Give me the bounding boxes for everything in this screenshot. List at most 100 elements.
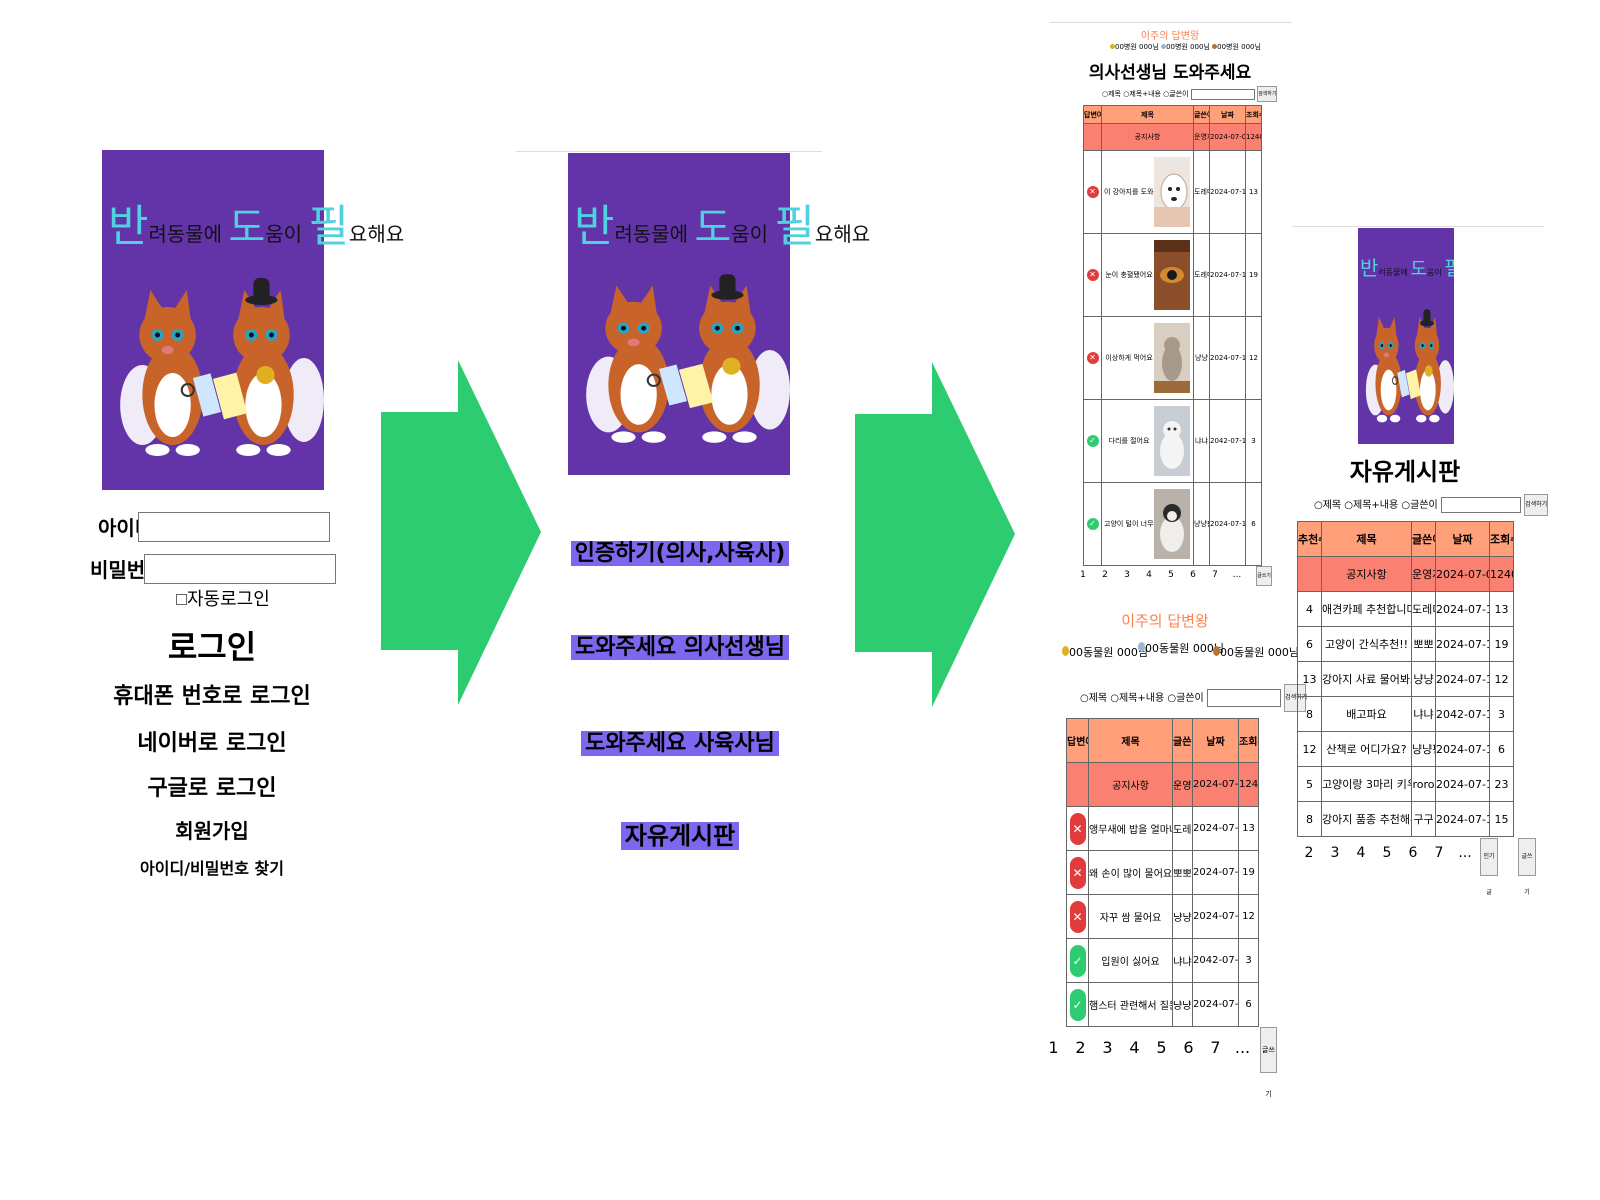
naver-login-link[interactable]: 네이버로 로그인 [82,725,342,757]
post-title[interactable]: 눈이 충혈됐어요 [1104,270,1154,280]
login-button[interactable]: 로그인 [82,622,342,668]
table-row[interactable]: ✕ 앵무새에 밥을 얼마나 도레미 2024-07-16 13 [1066,806,1259,851]
doctor-search-row: ○제목 ○제목+내용 ○글쓴이 검색하기 [1102,86,1278,102]
popular-button[interactable]: 인기글 [1480,838,1498,896]
page-link[interactable]: 5 [1374,845,1400,861]
page-link[interactable]: 3 [1094,1038,1121,1057]
table-row[interactable]: ✕ 왜 손이 많이 물어요 뽀뽀 2024-07-15 19 [1066,850,1259,895]
notice-row[interactable]: 공지사항 운영자 2024-07-01 1240 [1066,762,1259,807]
table-row[interactable]: ✓ 입원이 싫어요 냐냐 2042-07-14 3 [1066,938,1259,983]
table-row[interactable]: 13 강아지 사료 물어봐요~ 냥냥 2024-07-14 12 [1297,661,1514,697]
post-title[interactable]: 강아지 사료 물어봐요~ [1321,661,1412,697]
table-row[interactable]: ✓ 햄스터 관련해서 질문합니다 냥냥펀치 2024-07-13 6 [1066,982,1259,1027]
post-title[interactable]: 애견카페 추천합니다~ [1321,591,1412,627]
notice-title[interactable]: 공지사항 [1321,556,1412,592]
search-input[interactable] [1190,88,1255,100]
page-link[interactable]: 5 [1148,1038,1175,1057]
page-link[interactable]: 7 [1202,1038,1229,1057]
table-row[interactable]: 4 애견카페 추천합니다~ 도레미파 2024-07-16 13 [1297,591,1514,627]
page-link[interactable]: 2 [1067,1038,1094,1057]
menu-free-board[interactable]: 자유게시판 [620,822,740,850]
notice-title[interactable]: 공지사항 [1088,762,1173,807]
write-button[interactable]: 글쓰기 [1260,1027,1277,1098]
search-input[interactable] [1206,689,1281,707]
id-input[interactable] [138,512,330,542]
page-link[interactable]: 7 [1426,845,1452,861]
search-button[interactable]: 검색하기 [1257,86,1278,102]
keeper-rank-title: 이주의 답변왕 [1121,612,1209,630]
post-date: 2024-07-14 [1209,316,1246,400]
page-link[interactable]: 6 [1400,845,1426,861]
phone-login-link[interactable]: 휴대폰 번호로 로그인 [82,678,342,710]
notice-title[interactable]: 공지사항 [1101,123,1194,151]
password-input[interactable] [144,554,336,584]
notice-row[interactable]: 공지사항 운영자 2024-07-01 1240 [1083,123,1262,151]
page-link[interactable]: 1 [1072,570,1094,580]
col-header: 글쓴이 [1411,521,1436,557]
post-recommend: 5 [1297,766,1322,802]
page-link[interactable]: 3 [1322,845,1348,861]
post-title[interactable]: 고양이 간식추천!! [1321,626,1412,662]
search-options[interactable]: ○제목 ○제목+내용 ○글쓴이 [1080,693,1204,704]
post-title[interactable]: 고양이랑 3마리 키우는 분? [1321,766,1412,802]
find-account-link[interactable]: 아이디/비밀번호 찾기 [82,855,342,879]
white-cat-photo-thumbnail [1154,406,1190,476]
page-link[interactable]: 7 [1204,570,1226,580]
notice-row[interactable]: 공지사항 운영자 2024-07-01 1240 [1297,556,1514,592]
post-title[interactable]: 산책로 어디가요? [1321,731,1412,767]
search-options[interactable]: ○제목 ○제목+내용 ○글쓴이 [1314,500,1438,511]
keeper-medal-2: 00동물원 000님 [1138,640,1224,656]
post-title[interactable]: 이 강아지를 도와주세요 [1104,187,1154,197]
write-button[interactable]: 글쓰기 [1256,566,1272,586]
post-title[interactable]: 앵무새에 밥을 얼마나 [1088,806,1173,851]
post-title[interactable]: 강아지 품종 추천해주세요!! [1321,801,1412,837]
menu-certify[interactable]: 인증하기(의사,사육사) [570,541,790,566]
post-title[interactable]: 다리를 절어요 [1104,436,1154,446]
page-link[interactable]: 2 [1094,570,1116,580]
table-row[interactable]: 12 산책로 어디가요? 냥냥펀치 2024-07-13 6 [1297,731,1514,767]
table-row[interactable]: ✕ 자꾸 쌈 물어요 냥냥 2024-07-14 12 [1066,894,1259,939]
google-login-link[interactable]: 구글로 로그인 [82,770,342,802]
page-link[interactable]: 4 [1348,845,1374,861]
page-link[interactable]: ... [1229,1038,1256,1057]
post-title[interactable]: 햄스터 관련해서 질문합니다 [1088,982,1173,1027]
table-row[interactable]: ✕ 이상하게 먹어요 냥냥 2024-07-14 12 [1083,316,1262,400]
page-link[interactable]: 5 [1160,570,1182,580]
table-row[interactable]: ✓ 다리를 절어요 냐냐 2042-07-14 3 [1083,399,1262,483]
page-link[interactable]: 6 [1175,1038,1202,1057]
post-title[interactable]: 자꾸 쌈 물어요 [1088,894,1173,939]
post-title[interactable]: 왜 손이 많이 물어요 [1088,850,1173,895]
table-row[interactable]: ✕ 눈이 충혈됐어요 도레미파 2024-07-15 19 [1083,233,1262,317]
search-input[interactable] [1440,497,1521,513]
post-title[interactable]: 고양이 털이 너무 빠져요? [1104,519,1154,529]
post-title[interactable]: 입원이 싫어요 [1088,938,1173,983]
table-row[interactable]: 8 강아지 품종 추천해주세요!! 구구 2024-07-12 15 [1297,801,1514,837]
table-row[interactable]: 6 고양이 간식추천!! 뽀뽀 2024-07-15 19 [1297,626,1514,662]
divider [516,151,822,152]
table-row[interactable]: 8 배고파요 냐냐 2042-07-14 3 [1297,696,1514,732]
page-link[interactable]: 1 [1040,1038,1067,1057]
menu-doctor-board[interactable]: 도와주세요 의사선생님 [570,635,790,660]
signup-link[interactable]: 회원가입 [82,815,342,844]
table-row[interactable]: ✓ 고양이 털이 너무 빠져요? 냥냥펀치 2024-07-13 6 [1083,482,1262,566]
page-link[interactable]: 4 [1138,570,1160,580]
page-link[interactable]: 3 [1116,570,1138,580]
post-date: 2042-07-14 [1209,399,1246,483]
page-link[interactable]: 6 [1182,570,1204,580]
page-link[interactable]: 2 [1296,845,1322,861]
write-button[interactable]: 글쓰기 [1518,838,1536,896]
table-row[interactable]: 5 고양이랑 3마리 키우는 분? roro 2024-07-13 23 [1297,766,1514,802]
post-title[interactable]: 이상하게 먹어요 [1104,353,1154,363]
autologin-checkbox[interactable] [176,594,187,605]
page-link[interactable]: 4 [1121,1038,1148,1057]
page-link[interactable]: ... [1226,570,1248,580]
post-title[interactable]: 배고파요 [1321,696,1412,732]
search-options[interactable]: ○제목 ○제목+내용 ○글쓴이 [1102,90,1189,98]
search-button[interactable]: 검색하기 [1524,494,1549,516]
page-link[interactable]: ... [1452,845,1478,861]
col-header: 글쓴이 [1172,718,1193,763]
menu-keeper-board[interactable]: 도와주세요 사육사님 [581,731,779,756]
poster-title-part: 움이 [731,222,775,246]
table-row[interactable]: ✕ 이 강아지를 도와주세요 도레미 2024-07-16 13 [1083,150,1262,234]
post-views: 12 [1489,661,1514,697]
